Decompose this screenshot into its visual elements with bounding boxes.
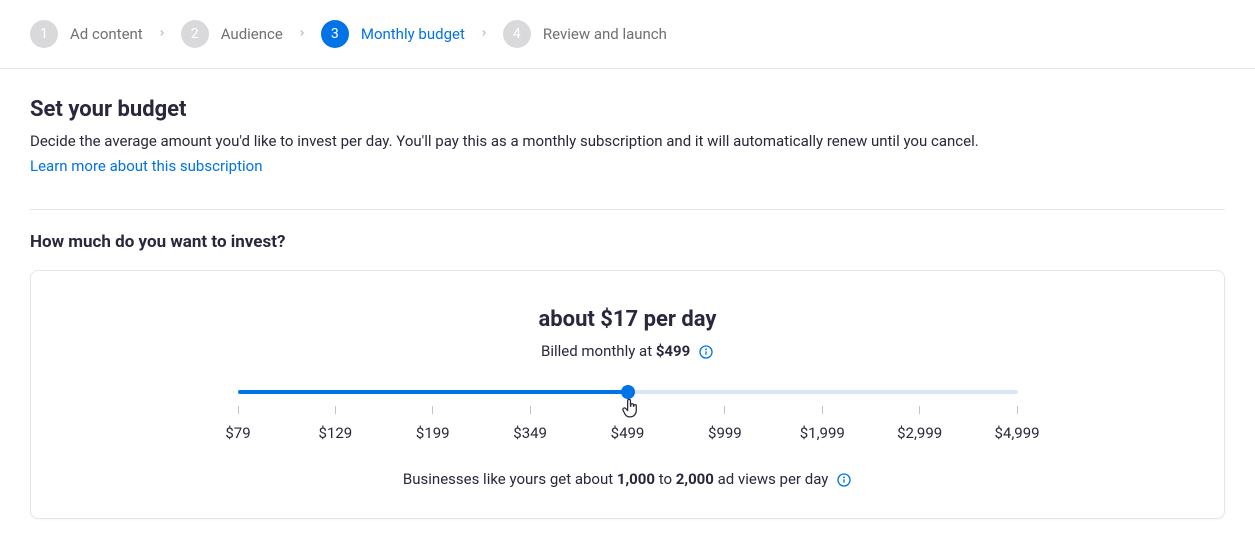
tick-label: $199: [416, 424, 450, 442]
slider-thumb[interactable]: [621, 385, 635, 399]
tick-label: $349: [513, 424, 547, 442]
tick-label: $2,999: [897, 424, 942, 442]
step-review-launch[interactable]: 4 Review and launch: [503, 20, 667, 48]
budget-content: Set your budget Decide the average amoun…: [0, 69, 1255, 547]
tick-label: $1,999: [800, 424, 845, 442]
info-icon[interactable]: [698, 344, 714, 360]
step-label: Review and launch: [543, 25, 667, 43]
tick: $2,999: [919, 406, 920, 442]
tick: $129: [335, 406, 336, 442]
billed-monthly: Billed monthly at $499: [61, 342, 1194, 360]
tick: $199: [432, 406, 433, 442]
chevron-right-icon: [297, 26, 307, 42]
tick-label: $499: [611, 424, 645, 442]
billed-amount: $499: [656, 342, 690, 360]
slider-track: [238, 390, 1018, 394]
step-monthly-budget[interactable]: 3 Monthly budget: [321, 20, 465, 48]
ad-views-footnote: Businesses like yours get about 1,000 to…: [61, 470, 1194, 488]
tick: $499: [627, 406, 628, 442]
chevron-right-icon: [479, 26, 489, 42]
budget-card: about $17 per day Billed monthly at $499…: [30, 270, 1225, 519]
budget-slider[interactable]: $79 $129 $199 $349 $499 $999 $1,999 $2,9…: [238, 390, 1018, 442]
step-label: Ad content: [70, 25, 143, 43]
per-day-amount: about $17 per day: [61, 307, 1194, 332]
step-number: 3: [321, 20, 349, 48]
slider-fill: [238, 390, 628, 394]
invest-question: How much do you want to invest?: [30, 232, 1225, 252]
tick: $4,999: [1017, 406, 1018, 442]
tick-label: $129: [319, 424, 353, 442]
tick-label: $79: [225, 424, 250, 442]
slider-ticks: $79 $129 $199 $349 $499 $999 $1,999 $2,9…: [238, 406, 1018, 442]
chevron-right-icon: [157, 26, 167, 42]
footnote-high: 2,000: [676, 470, 714, 488]
step-audience[interactable]: 2 Audience: [181, 20, 283, 48]
info-icon[interactable]: [836, 472, 852, 488]
billed-prefix: Billed monthly at: [541, 342, 656, 360]
step-number: 4: [503, 20, 531, 48]
page-title: Set your budget: [30, 97, 1225, 122]
step-number: 2: [181, 20, 209, 48]
footnote-prefix: Businesses like yours get about: [403, 470, 617, 488]
step-number: 1: [30, 20, 58, 48]
step-ad-content[interactable]: 1 Ad content: [30, 20, 143, 48]
divider: [30, 209, 1225, 210]
tick: $1,999: [822, 406, 823, 442]
page-subtext: Decide the average amount you'd like to …: [30, 132, 1225, 150]
learn-more-link[interactable]: Learn more about this subscription: [30, 157, 263, 175]
step-label: Monthly budget: [361, 25, 465, 43]
tick: $79: [238, 406, 239, 442]
tick-label: $999: [708, 424, 742, 442]
tick: $349: [530, 406, 531, 442]
footnote-to: to: [655, 470, 676, 488]
footnote-low: 1,000: [617, 470, 655, 488]
footnote-suffix: ad views per day: [714, 470, 828, 488]
stepper: 1 Ad content 2 Audience 3 Monthly budget…: [0, 0, 1255, 69]
tick-label: $4,999: [994, 424, 1039, 442]
step-label: Audience: [221, 25, 283, 43]
tick: $999: [724, 406, 725, 442]
